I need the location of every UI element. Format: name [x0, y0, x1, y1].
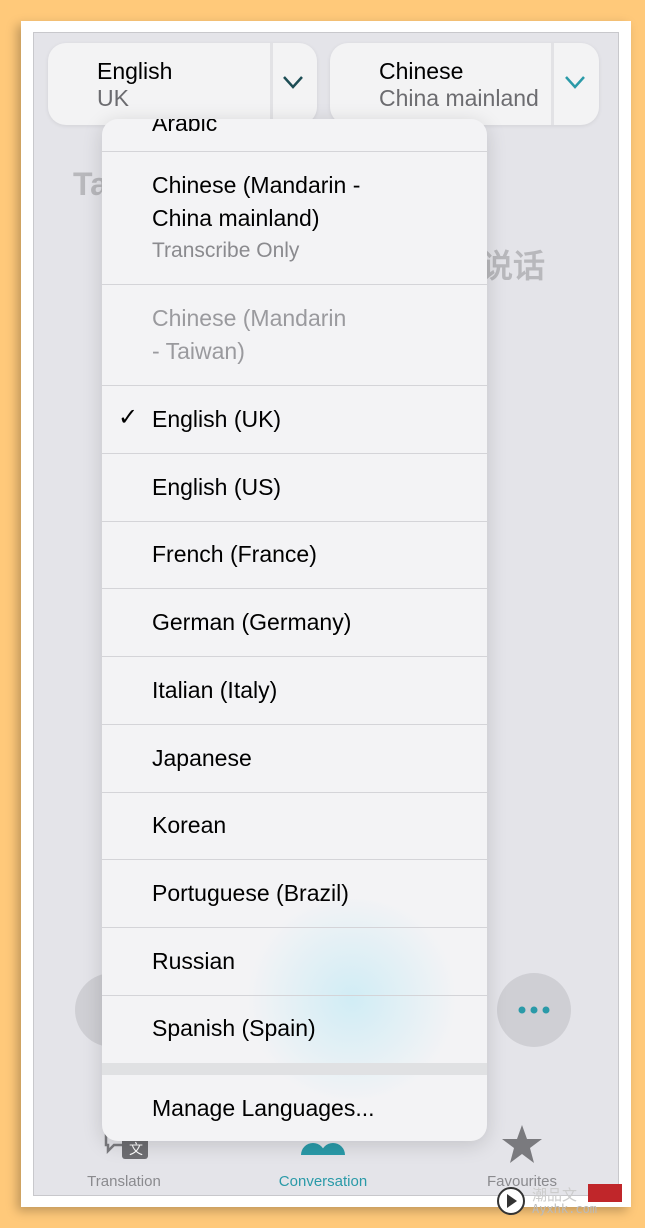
divider — [551, 43, 554, 125]
manage-languages-button[interactable]: Manage Languages... — [102, 1075, 487, 1141]
menu-item-arabic[interactable]: Arabic — [102, 119, 487, 152]
menu-item-chinese-taiwan: Chinese (Mandarin - Taiwan) — [102, 285, 487, 386]
chevron-down-icon[interactable] — [282, 71, 304, 93]
menu-item-french-france[interactable]: French (France) — [102, 521, 487, 590]
item-label: China mainland) — [152, 205, 320, 231]
app-screen: English UK Chinese China mainland Ta 来说话… — [33, 32, 619, 1196]
item-label: Korean — [152, 812, 227, 839]
ellipsis-icon — [518, 1006, 550, 1014]
item-sublabel: Transcribe Only — [152, 239, 300, 262]
chevron-down-icon[interactable] — [564, 71, 586, 93]
watermark: 潮品文 Ayxhk.com — [496, 1184, 626, 1220]
target-language-name: Chinese — [379, 58, 464, 84]
source-language-button[interactable]: English UK — [48, 43, 317, 125]
item-label: French (France) — [152, 541, 317, 568]
menu-item-english-uk[interactable]: ✓ English (UK) — [102, 386, 487, 454]
menu-item-chinese-mainland[interactable]: Chinese (Mandarin - China mainland) Tran… — [102, 152, 487, 285]
item-label: English (UK) — [152, 406, 282, 432]
more-button[interactable] — [497, 973, 571, 1047]
source-language-name: English — [97, 58, 173, 84]
menu-item-japanese[interactable]: Japanese — [102, 725, 487, 793]
menu-item-spanish-spain[interactable]: Spanish (Spain) — [102, 995, 487, 1063]
source-language-region: UK — [97, 85, 129, 111]
item-label: Chinese (Mandarin — [152, 305, 347, 331]
language-menu: Arabic Chinese (Mandarin - China mainlan… — [102, 119, 487, 1141]
item-label: English (US) — [152, 473, 282, 500]
menu-item-russian[interactable]: Russian — [102, 928, 487, 996]
item-label: Spanish (Spain) — [152, 1015, 316, 1042]
item-label: German (Germany) — [152, 609, 352, 636]
menu-separator — [102, 1063, 487, 1075]
item-label: Portuguese (Brazil) — [152, 879, 349, 906]
menu-item-german-germany[interactable]: German (Germany) — [102, 589, 487, 658]
item-label: Arabic — [152, 119, 218, 136]
item-label: - Taiwan) — [152, 338, 245, 364]
target-language-button[interactable]: Chinese China mainland — [330, 43, 599, 125]
item-label: Russian — [152, 947, 236, 974]
item-label: Italian (Italy) — [152, 676, 278, 703]
star-icon — [502, 1125, 542, 1163]
item-label: Japanese — [152, 744, 252, 771]
menu-item-korean[interactable]: Korean — [102, 792, 487, 861]
tab-label: Conversation — [278, 1173, 368, 1190]
target-language-region: China mainland — [379, 85, 539, 111]
item-label: Manage Languages... — [152, 1095, 375, 1121]
menu-item-portuguese-brazil[interactable]: Portuguese (Brazil) — [102, 860, 487, 928]
tab-label: Translation — [87, 1173, 161, 1190]
svg-text:文: 文 — [129, 1141, 143, 1157]
item-label: Chinese (Mandarin - — [152, 172, 361, 198]
watermark-text: Ayxhk.com — [532, 1202, 598, 1216]
menu-item-italian-italy[interactable]: Italian (Italy) — [102, 657, 487, 725]
menu-item-english-us[interactable]: English (US) — [102, 454, 487, 522]
divider — [270, 43, 273, 125]
checkmark-icon: ✓ — [118, 404, 139, 431]
